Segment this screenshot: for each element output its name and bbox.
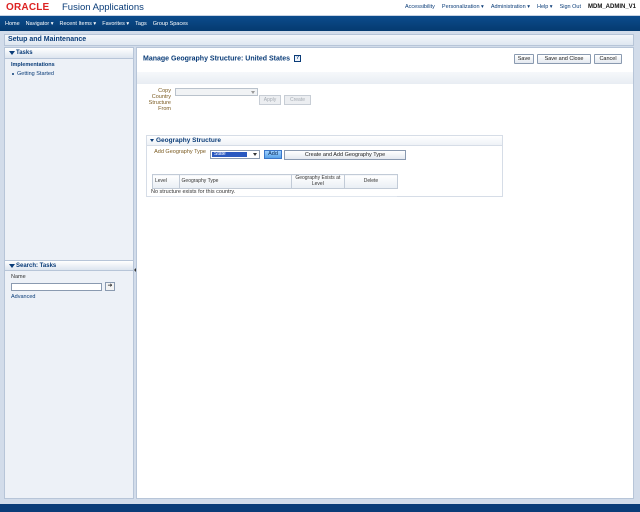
selected-geography-type: State	[212, 152, 247, 157]
utility-links: Accessibility Personalization ▾ Administ…	[405, 4, 636, 10]
collapse-triangle-icon[interactable]	[9, 51, 15, 55]
copy-structure-label: Copy Country Structure From	[148, 88, 171, 112]
nav-group-spaces[interactable]: Group Spaces	[153, 21, 188, 27]
column-header-level[interactable]: Level	[152, 174, 180, 189]
accessibility-link[interactable]: Accessibility	[405, 4, 435, 10]
collapse-triangle-icon[interactable]	[9, 264, 15, 268]
help-menu[interactable]: Help ▾	[537, 4, 553, 10]
nav-home[interactable]: Home	[5, 21, 20, 27]
current-user: MDM_ADMIN_V1	[587, 4, 636, 10]
oracle-logo: ORACLE	[6, 2, 50, 13]
dropdown-arrow-icon	[251, 91, 255, 94]
save-button[interactable]: Save	[514, 54, 534, 64]
collapse-triangle-icon[interactable]	[150, 139, 154, 142]
global-nav: Home Navigator ▾ Recent Items ▾ Favorite…	[0, 16, 640, 31]
search-go-button[interactable]: ➜	[105, 282, 115, 291]
page-title-bar: Setup and Maintenance	[4, 34, 634, 46]
nav-tags[interactable]: Tags	[135, 21, 147, 27]
nav-navigator[interactable]: Navigator ▾	[26, 21, 54, 27]
column-header-geography-exists[interactable]: Geography Exists at Level	[290, 174, 345, 189]
dropdown-arrow-icon	[253, 153, 257, 156]
add-button[interactable]: Add	[264, 150, 282, 159]
arrow-right-icon: ➜	[107, 283, 113, 289]
name-label: Name	[11, 274, 26, 280]
geography-structure-section: Geography Structure Add Geography Type S…	[146, 135, 503, 197]
administration-menu[interactable]: Administration ▾	[491, 4, 530, 10]
product-name: Fusion Applications	[62, 2, 144, 13]
column-header-geography-type[interactable]: Geography Type	[178, 174, 292, 189]
personalization-menu[interactable]: Personalization ▾	[442, 4, 484, 10]
create-button[interactable]: Create	[284, 95, 311, 105]
copy-country-select[interactable]	[175, 88, 258, 96]
getting-started-link[interactable]: Getting Started	[12, 71, 54, 77]
add-geography-type-label: Add Geography Type	[154, 149, 206, 155]
header-band	[137, 72, 633, 84]
nav-recent-items[interactable]: Recent Items ▾	[60, 21, 97, 27]
task-name-input[interactable]	[11, 283, 102, 291]
search-tasks-header[interactable]: Search: Tasks	[5, 260, 133, 271]
geography-structure-header[interactable]: Geography Structure	[147, 136, 502, 146]
geography-type-select[interactable]: State	[210, 150, 260, 159]
cancel-button[interactable]: Cancel	[594, 54, 622, 64]
page-title: Setup and Maintenance	[8, 36, 87, 43]
advanced-link[interactable]: Advanced	[11, 294, 35, 300]
main-content: Manage Geography Structure: United State…	[136, 47, 634, 499]
tasks-panel-header[interactable]: Tasks	[5, 48, 133, 59]
geography-structure-table: Level Geography Type Geography Exists at…	[152, 174, 399, 189]
main-title: Manage Geography Structure: United State…	[143, 55, 301, 62]
create-and-add-geography-type-button[interactable]: Create and Add Geography Type	[284, 150, 406, 160]
save-and-close-button[interactable]: Save and Close	[537, 54, 591, 64]
sign-out-link[interactable]: Sign Out	[560, 4, 581, 10]
top-header: ORACLE Fusion Applications Accessibility…	[0, 0, 640, 16]
tasks-title: Tasks	[16, 50, 33, 56]
footer-bar	[0, 504, 640, 512]
geography-structure-title: Geography Structure	[156, 137, 222, 144]
nav-favorites[interactable]: Favorites ▾	[102, 21, 129, 27]
search-tasks-title: Search: Tasks	[16, 263, 57, 269]
implementations-heading: Implementations	[11, 62, 55, 68]
help-icon[interactable]: ?	[293, 55, 301, 62]
apply-button[interactable]: Apply	[259, 95, 281, 105]
empty-table-message: No structure exists for this country.	[151, 189, 397, 197]
main-title-text: Manage Geography Structure: United State…	[143, 55, 291, 63]
column-header-delete[interactable]: Delete	[343, 174, 399, 189]
regional-pane: Tasks Implementations Getting Started Se…	[4, 47, 134, 499]
